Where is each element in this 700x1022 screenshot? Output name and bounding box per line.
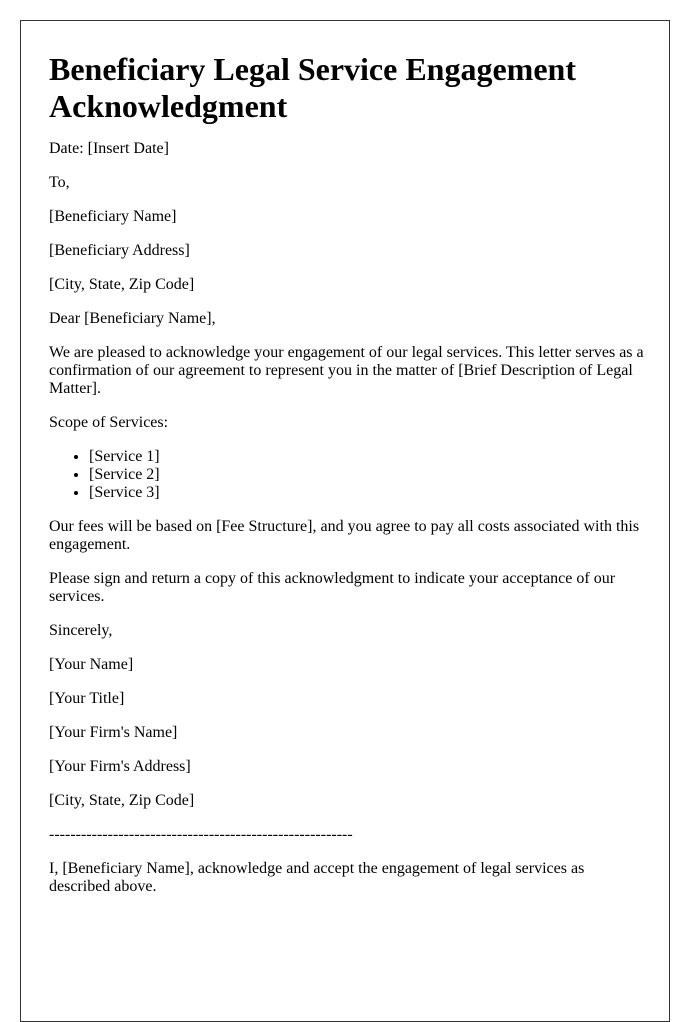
sender-city-state-zip: [City, State, Zip Code]	[49, 792, 195, 809]
service-item: [Service 1]	[89, 448, 649, 466]
separator-line: ----------------------------------------…	[49, 826, 353, 843]
closing: Sincerely,	[49, 622, 113, 639]
sign-request-paragraph: Please sign and return a copy of this ac…	[49, 570, 616, 605]
service-item: [Service 2]	[89, 466, 649, 484]
recipient-city-state-zip: [City, State, Zip Code]	[49, 276, 195, 293]
document-title: Beneficiary Legal Service Engagement Ack…	[49, 51, 576, 124]
sender-firm-name: [Your Firm's Name]	[49, 724, 178, 741]
services-list: [Service 1] [Service 2] [Service 3]	[49, 448, 649, 502]
sender-firm-address: [Your Firm's Address]	[49, 758, 191, 775]
sender-name: [Your Name]	[49, 656, 134, 673]
recipient-name: [Beneficiary Name]	[49, 208, 177, 225]
letter-page: Beneficiary Legal Service Engagement Ack…	[20, 20, 670, 1022]
fees-paragraph: Our fees will be based on [Fee Structure…	[49, 518, 640, 553]
acceptance-paragraph: I, [Beneficiary Name], acknowledge and a…	[49, 860, 585, 895]
to-line: To,	[49, 174, 70, 191]
scope-heading: Scope of Services:	[49, 414, 169, 431]
intro-paragraph: We are pleased to acknowledge your engag…	[49, 344, 644, 397]
salutation: Dear [Beneficiary Name],	[49, 310, 216, 327]
recipient-address: [Beneficiary Address]	[49, 242, 190, 259]
sender-title: [Your Title]	[49, 690, 125, 707]
date-line: Date: [Insert Date]	[49, 140, 169, 157]
service-item: [Service 3]	[89, 484, 649, 502]
